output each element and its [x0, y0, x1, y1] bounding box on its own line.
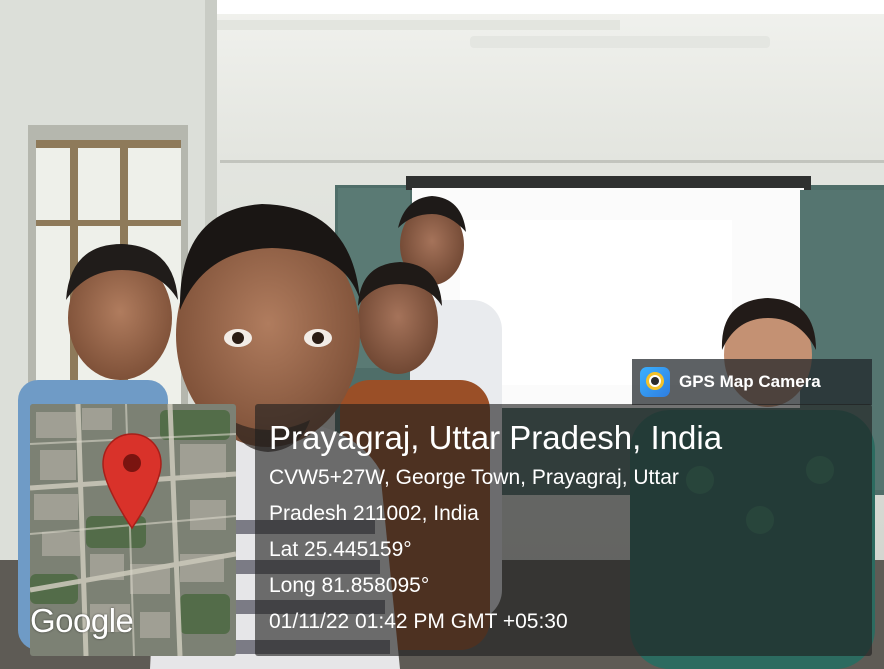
app-name-label: GPS Map Camera — [679, 372, 821, 391]
address-line-2: Pradesh 211002, India — [269, 502, 479, 525]
map-pin-icon — [102, 433, 162, 530]
gps-map-camera-badge: GPS Map Camera — [632, 359, 872, 405]
location-info-panel: Prayagraj, Uttar Pradesh, India CVW5+27W… — [255, 404, 872, 656]
gps-map-camera-app-icon — [640, 367, 670, 397]
longitude-readout: Long 81.858095° — [269, 574, 430, 597]
location-title: Prayagraj, Uttar Pradesh, India — [269, 419, 723, 456]
geotagged-photo: GPS Map Camera Google Prayagraj, Uttar P… — [0, 0, 884, 669]
address-line-1: CVW5+27W, George Town, Prayagraj, Uttar — [269, 466, 679, 489]
latitude-readout: Lat 25.445159° — [269, 538, 412, 561]
timestamp-readout: 01/11/22 01:42 PM GMT +05:30 — [269, 610, 568, 633]
google-attribution: Google — [30, 602, 134, 639]
map-thumbnail: Google — [30, 404, 236, 656]
